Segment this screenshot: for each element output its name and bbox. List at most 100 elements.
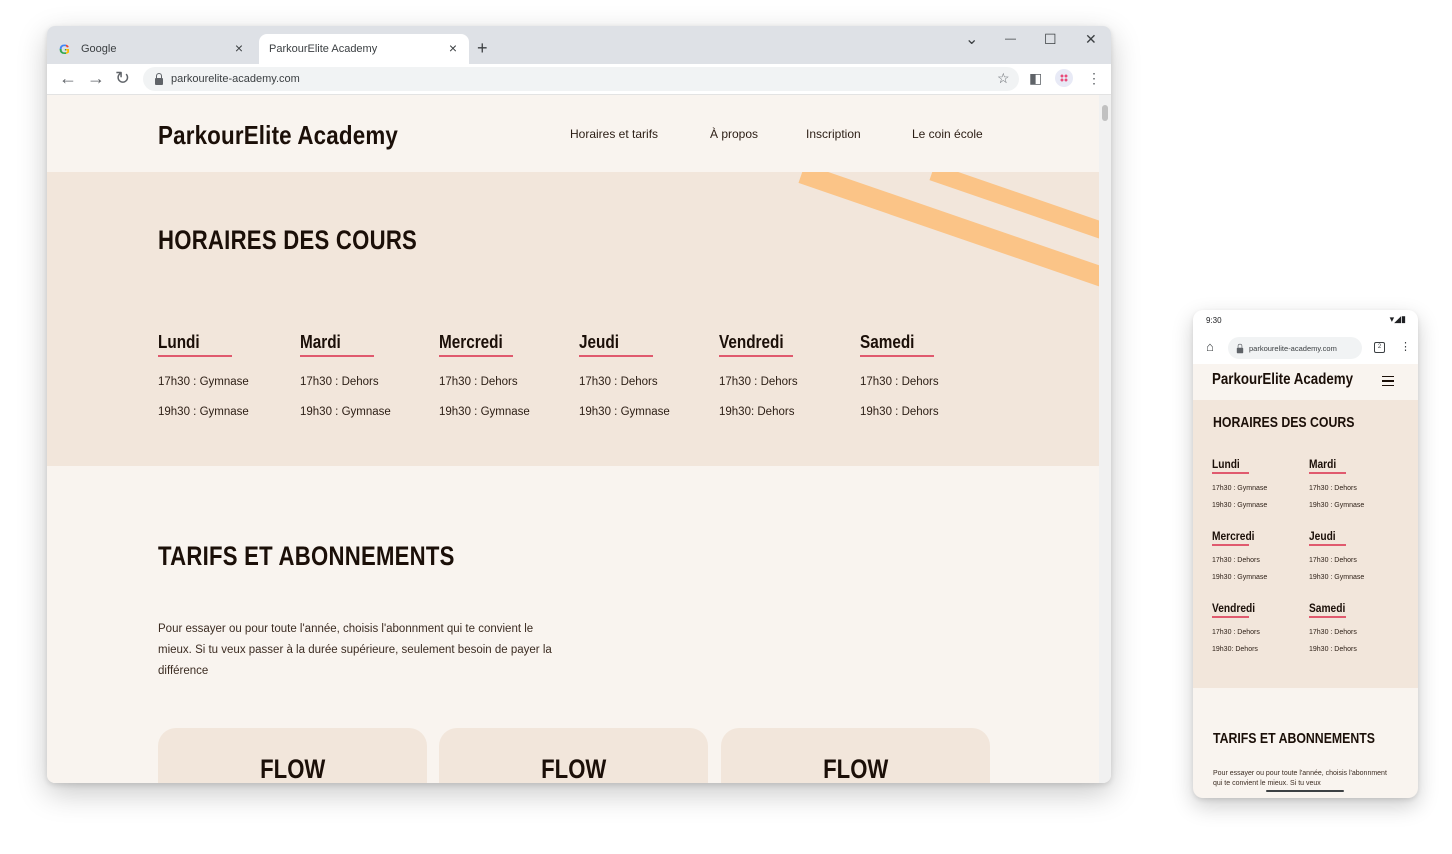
tab-close-icon[interactable]: ×	[231, 40, 247, 56]
pricing-card[interactable]: FLOW	[439, 728, 708, 783]
tab-google[interactable]: G Google ×	[53, 34, 255, 64]
tab-search-icon[interactable]: ⌄	[965, 29, 978, 49]
pricing-card-title: FLOW	[540, 754, 607, 783]
day-underline	[579, 355, 653, 357]
nav-link-coin-ecole[interactable]: Le coin école	[912, 127, 983, 141]
day-slot: 17h30 : Dehors	[300, 376, 379, 388]
pricing-card[interactable]: FLOW	[158, 728, 427, 783]
mobile-status-bar: 9:30 ▾◢▮	[1193, 310, 1418, 332]
vertical-scrollbar[interactable]	[1099, 95, 1111, 783]
mobile-tarifs-title: TARIFS ET ABONNEMENTS	[1213, 730, 1375, 747]
day-underline	[1212, 472, 1249, 474]
day-slot: 19h30: Dehors	[719, 406, 795, 418]
mobile-address-bar[interactable]: parkourelite-academy.com	[1228, 337, 1362, 359]
lock-icon	[1236, 343, 1244, 353]
nav-link-inscription[interactable]: Inscription	[806, 127, 861, 141]
mobile-day-vendredi: Vendredi 17h30 : Dehors 19h30: Dehors	[1212, 601, 1307, 659]
bookmark-star-icon[interactable]: ☆	[997, 69, 1010, 87]
day-column-mardi: Mardi 17h30 : Dehors 19h30 : Gymnase	[300, 332, 440, 427]
mobile-day-samedi: Samedi 17h30 : Dehors 19h30 : Dehors	[1309, 601, 1404, 659]
mobile-site-logo[interactable]: ParkourElite Academy	[1212, 371, 1353, 389]
day-column-jeudi: Jeudi 17h30 : Dehors 19h30 : Gymnase	[579, 332, 719, 427]
hamburger-menu-icon[interactable]	[1382, 376, 1394, 386]
day-underline	[860, 355, 934, 357]
mobile-day-mercredi: Mercredi 17h30 : Dehors 19h30 : Gymnase	[1212, 529, 1307, 587]
day-name: Samedi	[860, 332, 915, 352]
day-slot: 17h30 : Dehors	[1212, 556, 1260, 564]
decorative-stripe	[798, 172, 1099, 294]
day-slot: 17h30 : Dehors	[439, 376, 518, 388]
pricing-card[interactable]: FLOW	[721, 728, 990, 783]
desktop-browser-window: G Google × ParkourElite Academy × + ⌄ — …	[47, 26, 1111, 783]
tab-parkourelite[interactable]: ParkourElite Academy ×	[259, 34, 469, 64]
day-column-lundi: Lundi 17h30 : Gymnase 19h30 : Gymnase	[158, 332, 298, 427]
mobile-menu-icon[interactable]: ⋮	[1400, 340, 1411, 353]
mobile-tarifs-description: Pour essayer ou pour toute l'année, choi…	[1213, 770, 1387, 787]
day-underline	[1309, 472, 1346, 474]
mobile-schedule-title: HORAIRES DES COURS	[1213, 414, 1355, 431]
day-column-vendredi: Vendredi 17h30 : Dehors 19h30: Dehors	[719, 332, 859, 427]
site-logo[interactable]: ParkourElite Academy	[158, 120, 398, 151]
day-name: Jeudi	[579, 332, 619, 352]
maximize-icon[interactable]: ☐	[1044, 31, 1057, 48]
signal-battery-icon: ▾◢▮	[1389, 314, 1406, 324]
day-slot: 17h30 : Gymnase	[158, 376, 249, 388]
day-slot: 19h30 : Gymnase	[1212, 574, 1268, 581]
tab-label: Google	[81, 43, 117, 55]
mobile-day-lundi: Lundi 17h30 : Gymnase 19h30 : Gymnase	[1212, 457, 1307, 515]
day-underline	[1309, 544, 1346, 546]
day-slot: 17h30 : Gymnase	[1212, 484, 1268, 492]
day-name: Mardi	[300, 332, 341, 352]
day-slot: 19h30 : Gymnase	[1212, 502, 1268, 509]
nav-link-a-propos[interactable]: À propos	[710, 127, 758, 141]
day-name: Vendredi	[1212, 601, 1256, 615]
day-underline	[300, 355, 374, 357]
window-close-icon[interactable]: ✕	[1085, 31, 1097, 48]
minimize-icon[interactable]: —	[1005, 33, 1016, 45]
day-column-samedi: Samedi 17h30 : Dehors 19h30 : Dehors	[860, 332, 1000, 427]
gesture-home-bar[interactable]	[1266, 790, 1344, 792]
day-name: Lundi	[1212, 457, 1240, 471]
day-slot: 17h30 : Dehors	[1309, 628, 1357, 636]
schedule-title: HORAIRES DES COURS	[158, 225, 418, 255]
day-slot: 17h30 : Dehors	[579, 376, 658, 388]
day-name: Mardi	[1309, 457, 1337, 471]
extension-icon[interactable]	[1055, 69, 1073, 87]
side-panel-icon[interactable]: ◧	[1029, 69, 1042, 87]
day-column-mercredi: Mercredi 17h30 : Dehors 19h30 : Gymnase	[439, 332, 579, 427]
new-tab-icon[interactable]: +	[477, 38, 488, 59]
reload-icon[interactable]: ↻	[115, 68, 130, 88]
day-name: Mercredi	[439, 332, 503, 352]
day-underline	[1309, 616, 1346, 618]
lock-icon	[155, 72, 163, 85]
day-name: Lundi	[158, 332, 200, 352]
tarifs-title: TARIFS ET ABONNEMENTS	[158, 541, 455, 571]
forward-icon[interactable]: →	[87, 68, 105, 88]
back-icon[interactable]: ←	[59, 68, 77, 88]
status-time: 9:30	[1206, 316, 1222, 325]
mobile-schedule-section: HORAIRES DES COURS Lundi 17h30 : Gymnase…	[1193, 400, 1418, 688]
day-name: Samedi	[1309, 601, 1346, 615]
day-name: Jeudi	[1309, 529, 1336, 543]
day-slot: 19h30: Dehors	[1212, 646, 1258, 653]
address-bar[interactable]: parkourelite-academy.com	[143, 67, 1019, 91]
day-underline	[719, 355, 793, 357]
day-slot: 19h30 : Gymnase	[579, 406, 670, 418]
mobile-url-text: parkourelite-academy.com	[1249, 343, 1337, 353]
day-slot: 19h30 : Dehors	[860, 406, 939, 418]
day-underline	[158, 355, 232, 357]
day-slot: 19h30 : Gymnase	[1309, 502, 1365, 509]
day-slot: 17h30 : Dehors	[1309, 556, 1357, 564]
tab-switcher-icon[interactable]: 2	[1374, 342, 1385, 353]
day-underline	[1212, 616, 1249, 618]
nav-link-horaires[interactable]: Horaires et tarifs	[570, 127, 658, 141]
tab-close-icon[interactable]: ×	[445, 40, 461, 56]
pricing-card-title: FLOW	[822, 754, 889, 783]
browser-toolbar: ← → ↻ parkourelite-academy.com ☆ ◧ ⋮	[47, 64, 1111, 95]
browser-menu-icon[interactable]: ⋮	[1087, 69, 1101, 87]
scrollbar-thumb[interactable]	[1102, 105, 1108, 121]
page-viewport: ParkourElite Academy Horaires et tarifs …	[47, 95, 1099, 783]
home-icon[interactable]: ⌂	[1206, 339, 1214, 354]
day-slot: 19h30 : Gymnase	[1309, 574, 1365, 581]
day-underline	[439, 355, 513, 357]
